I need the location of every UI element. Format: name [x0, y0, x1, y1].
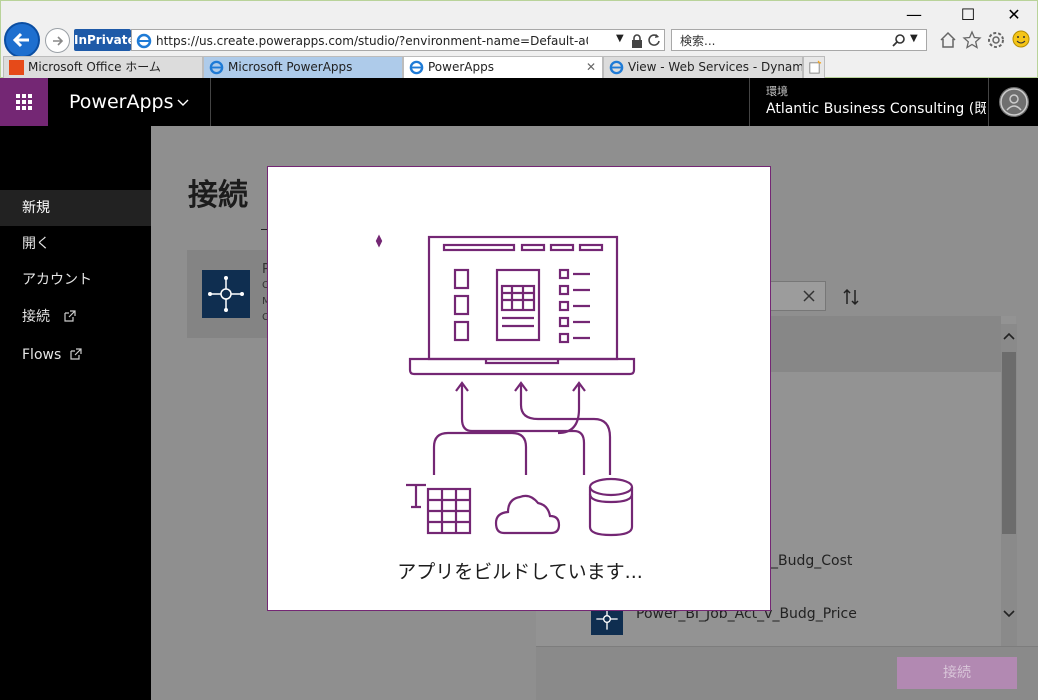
- sidebar-item-label: 接続: [22, 309, 50, 325]
- building-message: アプリをビルドしています...: [397, 561, 643, 583]
- clear-icon[interactable]: [802, 289, 816, 303]
- settings-gear-icon[interactable]: [986, 30, 1006, 50]
- scrollbar[interactable]: [1001, 324, 1017, 654]
- user-icon: [1000, 88, 1028, 116]
- new-tab-button[interactable]: [803, 56, 825, 78]
- inprivate-badge: InPrivate: [74, 29, 136, 51]
- sidebar-item-label: 新規: [22, 200, 50, 216]
- ie-tab-icon: [409, 60, 424, 75]
- connect-button[interactable]: 接続: [897, 657, 1017, 689]
- environment-picker[interactable]: 環境 Atlantic Business Consulting (既…: [749, 78, 988, 126]
- address-bar[interactable]: https://us.create.powerapps.com/studio/?…: [131, 29, 665, 51]
- build-illustration-icon: [375, 234, 636, 537]
- tab-powerapps[interactable]: PowerApps ✕: [403, 56, 603, 78]
- connector-hub-icon: [208, 276, 244, 312]
- environment-label: 環境: [766, 85, 788, 98]
- sidebar-item-new[interactable]: 新規: [0, 190, 151, 226]
- app-header: PowerApps 環境 Atlantic Business Consultin…: [0, 78, 1038, 126]
- forward-arrow-icon: [52, 35, 63, 46]
- home-icon[interactable]: [938, 30, 958, 50]
- favorites-star-icon[interactable]: [962, 30, 982, 50]
- back-arrow-icon: [12, 32, 29, 48]
- new-tab-icon: [809, 60, 822, 74]
- building-app-dialog: アプリをビルドしています...: [267, 166, 771, 611]
- tab-label: PowerApps: [428, 60, 494, 74]
- sidebar-item-account[interactable]: アカウント: [0, 262, 151, 298]
- sidebar-item-label: 開く: [22, 236, 50, 252]
- close-window-button[interactable]: ✕: [991, 3, 1037, 27]
- tab-label: View - Web Services - Dynamic...: [628, 60, 803, 74]
- address-text[interactable]: https://us.create.powerapps.com/studio/?…: [156, 32, 588, 50]
- external-link-icon: [64, 310, 76, 322]
- office-icon: [9, 60, 24, 75]
- sidebar: 新規 開く アカウント 接続 Flows: [0, 126, 151, 700]
- page-title: 接続: [188, 178, 248, 213]
- environment-value[interactable]: Atlantic Business Consulting (既…: [766, 98, 986, 118]
- sidebar-item-label: Flows: [22, 347, 62, 363]
- scroll-up-icon[interactable]: [1003, 332, 1015, 342]
- chevron-down-icon[interactable]: [177, 98, 189, 108]
- connector-icon: [202, 270, 250, 318]
- close-tab-icon[interactable]: ✕: [586, 57, 596, 78]
- external-link-icon: [70, 348, 82, 360]
- tab-microsoft-powerapps[interactable]: Microsoft PowerApps: [203, 56, 403, 78]
- address-dropdown-icon[interactable]: ▼: [616, 33, 624, 44]
- app-title[interactable]: PowerApps: [69, 90, 189, 114]
- search-input[interactable]: 検索...: [680, 32, 880, 50]
- refresh-icon[interactable]: [647, 33, 661, 47]
- forward-button[interactable]: [45, 28, 70, 53]
- maximize-button[interactable]: ☐: [945, 3, 991, 27]
- tab-label: Microsoft PowerApps: [228, 60, 353, 74]
- smiley-feedback-icon[interactable]: [1011, 29, 1031, 49]
- scroll-down-icon[interactable]: [1003, 608, 1015, 618]
- minimize-button[interactable]: —: [891, 3, 937, 27]
- tab-web-services[interactable]: View - Web Services - Dynamic...: [603, 56, 803, 78]
- ie-tab-icon: [209, 60, 224, 75]
- list-item-name[interactable]: _Budg_Cost: [771, 553, 852, 569]
- sort-icon[interactable]: [843, 288, 859, 306]
- search-icon[interactable]: [892, 33, 906, 47]
- back-button[interactable]: [4, 22, 40, 58]
- avatar[interactable]: [999, 87, 1029, 117]
- waffle-icon: [16, 94, 32, 110]
- tab-strip: Microsoft Office ホーム Microsoft PowerApps…: [1, 56, 1038, 78]
- ie-page-icon: [136, 33, 152, 49]
- sidebar-item-connections[interactable]: 接続: [0, 299, 151, 335]
- scroll-thumb[interactable]: [1002, 352, 1016, 534]
- sidebar-item-open[interactable]: 開く: [0, 226, 151, 262]
- app-launcher-button[interactable]: [0, 78, 48, 126]
- user-menu[interactable]: [988, 78, 1038, 126]
- sidebar-item-label: アカウント: [22, 272, 92, 288]
- ie-tab-icon: [609, 60, 624, 75]
- tab-office-home[interactable]: Microsoft Office ホーム: [3, 56, 203, 78]
- tab-label: Microsoft Office ホーム: [28, 60, 161, 74]
- sidebar-item-flows[interactable]: Flows: [0, 337, 151, 373]
- search-bar[interactable]: 検索... ▼: [671, 29, 927, 51]
- header-divider: [210, 78, 211, 126]
- browser-chrome: — ☐ ✕ InPrivate https://us.create.powera…: [0, 0, 1038, 78]
- lock-icon: [632, 34, 642, 48]
- search-dropdown-icon[interactable]: ▼: [910, 33, 918, 44]
